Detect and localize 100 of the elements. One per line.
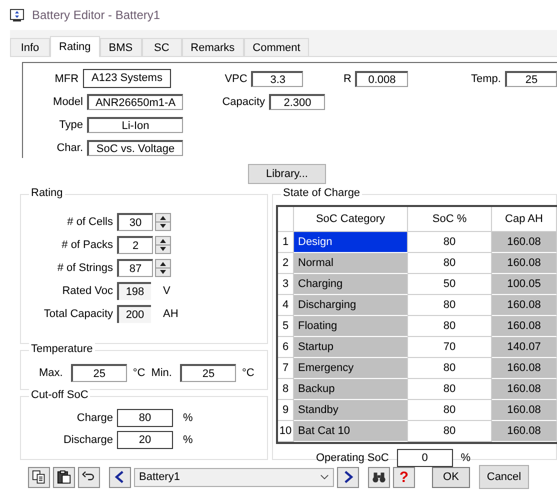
row-number: 9 (278, 400, 294, 421)
number-field[interactable]: 25 (180, 364, 236, 382)
field-label: Rated Voc (61, 285, 114, 297)
table-cell[interactable]: Backup (294, 379, 408, 400)
table-cell[interactable]: Standby (294, 400, 408, 421)
cancel-button[interactable]: Cancel (479, 465, 529, 489)
table-cell[interactable]: Discharging (294, 295, 408, 316)
table-cell[interactable]: Charging (294, 274, 408, 295)
text-field[interactable]: 3.3 (251, 70, 304, 86)
tab[interactable]: Info (10, 38, 50, 56)
table-cell[interactable]: 80 (408, 232, 492, 253)
help-button[interactable]: ? (393, 466, 415, 488)
group-title: State of Charge (281, 187, 362, 199)
tab[interactable]: Comment (244, 38, 310, 56)
field-label: Type (58, 118, 84, 130)
table-cell: 160.08 (492, 295, 557, 316)
group-title: Rating (29, 187, 65, 199)
library-button[interactable]: Library... (248, 164, 326, 184)
text-field[interactable]: Li-Ion (87, 116, 183, 132)
spinner-icon[interactable] (155, 213, 171, 231)
field-label: VPC (224, 72, 248, 84)
table-cell: 160.08 (492, 421, 557, 442)
field-label: Model (52, 96, 84, 108)
field-label: Total Capacity (42, 308, 114, 320)
field-label: # of Packs (60, 239, 114, 251)
row-number: 5 (278, 316, 294, 337)
number-field[interactable]: 2 (117, 236, 153, 254)
unit-label: °C (242, 367, 254, 379)
field-label: MFR (54, 72, 80, 84)
tab[interactable]: Remarks (182, 38, 244, 56)
text-field[interactable]: ANR26650m1-A (87, 94, 183, 110)
field-label: # of Strings (56, 262, 114, 274)
unit-label: % (460, 452, 471, 464)
table-cell[interactable]: 80 (408, 421, 492, 442)
unit-label: °C (132, 367, 146, 379)
table-cell: 160.08 (492, 253, 557, 274)
battery-dropdown[interactable]: Battery1 (134, 468, 334, 486)
table-corner (278, 207, 294, 232)
column-header: SoC % (408, 207, 492, 232)
undo-icon[interactable] (78, 466, 100, 488)
number-field[interactable]: 20 (117, 431, 173, 449)
next-icon[interactable] (337, 466, 359, 488)
row-number: 2 (278, 253, 294, 274)
unit-label: % (183, 434, 193, 446)
caret-icon (320, 474, 329, 480)
text-field[interactable]: 2.300 (269, 94, 325, 110)
binoculars-icon[interactable] (368, 466, 390, 488)
table-cell[interactable]: 70 (408, 337, 492, 358)
table-cell[interactable]: 80 (408, 358, 492, 379)
number-field[interactable]: 0 (396, 449, 453, 467)
tab[interactable]: BMS (100, 38, 142, 56)
row-number: 10 (278, 421, 294, 442)
table-cell[interactable]: Emergency (294, 358, 408, 379)
table-cell[interactable]: Floating (294, 316, 408, 337)
table-cell: 160.08 (492, 232, 557, 253)
tab[interactable]: Rating (50, 36, 100, 57)
window-title: Battery Editor - Battery1 (32, 8, 160, 22)
field-label: Min. (151, 367, 172, 379)
copy-icon[interactable] (28, 466, 50, 488)
row-number: 4 (278, 295, 294, 316)
number-field[interactable]: 87 (117, 259, 153, 277)
tab[interactable]: SC (142, 38, 182, 56)
field-label: Operating SoC (316, 452, 389, 464)
table-cell: 100.05 (492, 274, 557, 295)
table-cell[interactable]: 80 (408, 400, 492, 421)
text-field[interactable]: SoC vs. Voltage (87, 140, 183, 156)
spinner-icon[interactable] (155, 259, 171, 277)
row-number: 1 (278, 232, 294, 253)
table-cell[interactable]: 80 (408, 379, 492, 400)
table-cell[interactable]: Bat Cat 10 (294, 421, 408, 442)
text-field[interactable]: A123 Systems (82, 69, 172, 88)
table-cell[interactable]: Startup (294, 337, 408, 358)
text-field[interactable]: 0.008 (355, 70, 408, 86)
number-field[interactable]: 80 (117, 409, 173, 427)
table-cell: 160.08 (492, 316, 557, 337)
table-cell[interactable]: 80 (408, 253, 492, 274)
field-label: # of Cells (66, 216, 114, 228)
row-number: 8 (278, 379, 294, 400)
number-field[interactable]: 30 (117, 213, 153, 231)
table-cell[interactable]: 50 (408, 274, 492, 295)
number-field[interactable]: 25 (70, 364, 127, 382)
table-cell: 160.08 (492, 400, 557, 421)
table-cell[interactable]: Design (294, 232, 408, 253)
field-label: Discharge (62, 434, 114, 446)
paste-icon[interactable] (53, 466, 75, 488)
spinner-icon[interactable] (155, 236, 171, 254)
table-cell: 160.08 (492, 358, 557, 379)
table-cell[interactable]: Normal (294, 253, 408, 274)
ok-button[interactable]: OK (432, 466, 470, 488)
unit-label: AH (163, 308, 178, 320)
table-cell: 140.07 (492, 337, 557, 358)
row-number: 3 (278, 274, 294, 295)
row-number: 6 (278, 337, 294, 358)
text-field[interactable]: 25 (504, 70, 557, 86)
field-label: Capacity (221, 96, 266, 108)
table-cell[interactable]: 80 (408, 295, 492, 316)
previous-icon[interactable] (109, 466, 131, 488)
table-cell[interactable]: 80 (408, 316, 492, 337)
field-label: Charge (76, 412, 114, 424)
readonly-field: 198 (117, 282, 151, 300)
